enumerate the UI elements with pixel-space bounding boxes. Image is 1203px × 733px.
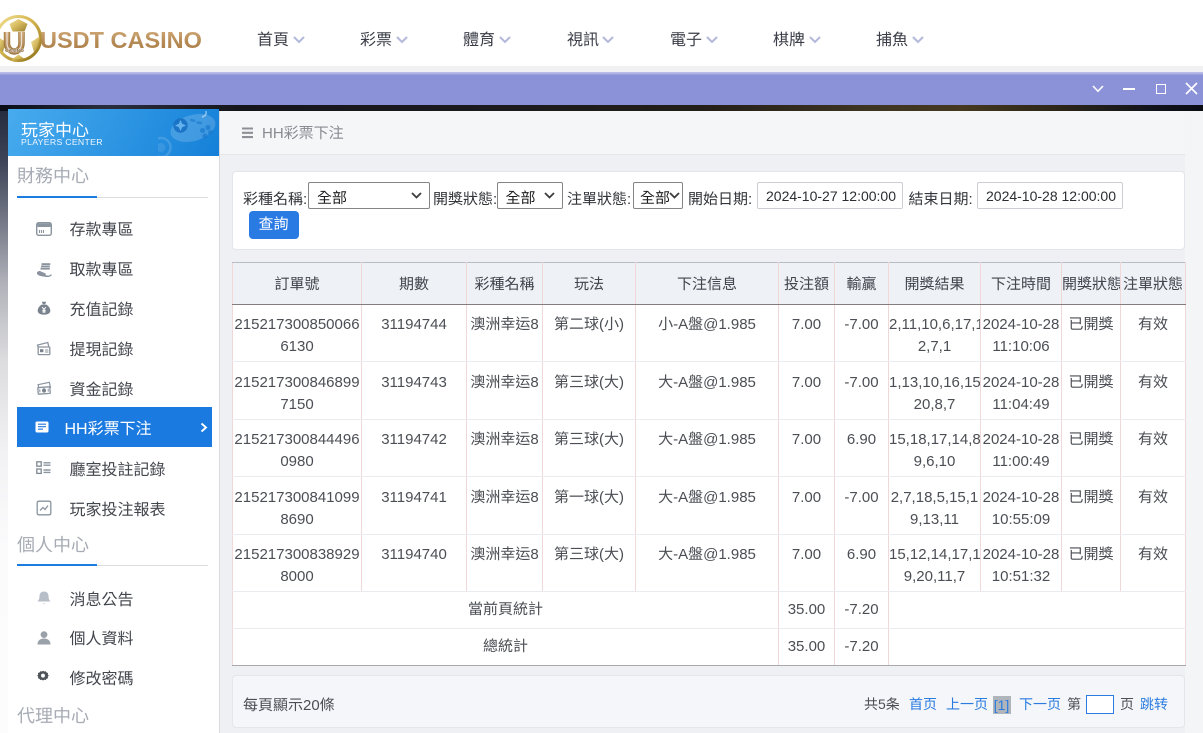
- svg-text:CASINO: CASINO: [5, 48, 24, 54]
